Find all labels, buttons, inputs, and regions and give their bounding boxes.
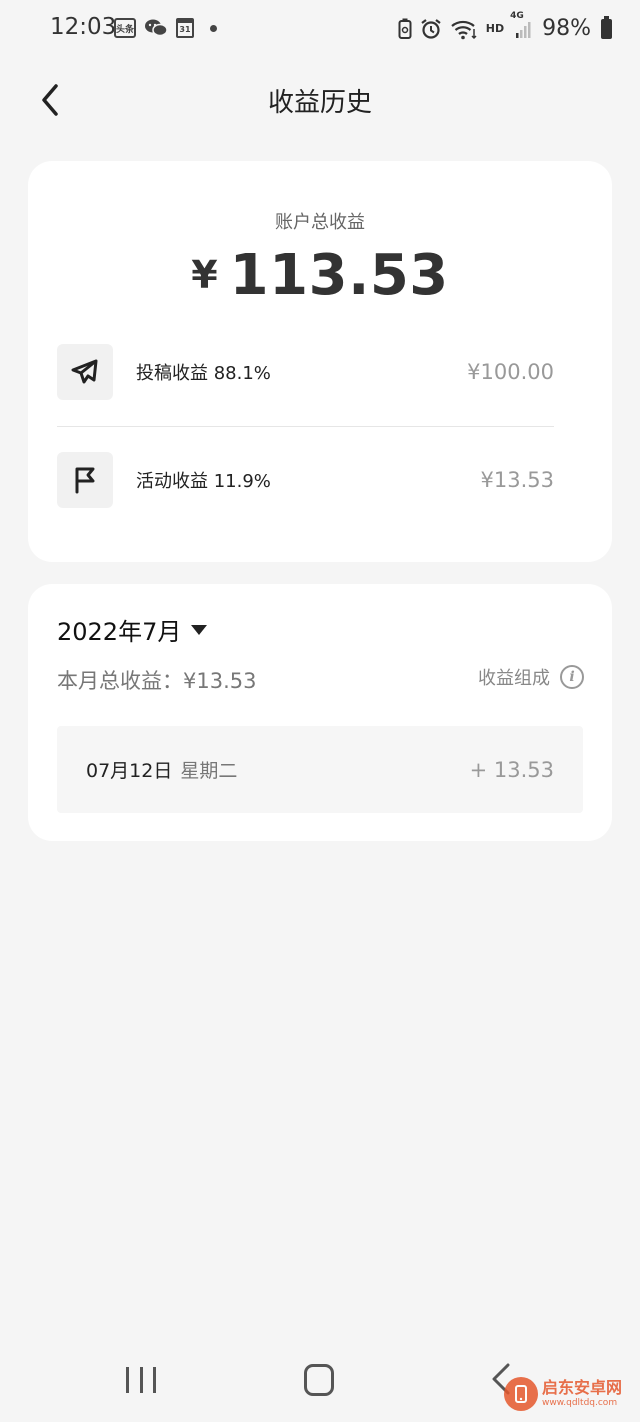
monthly-earnings-card: 2022年7月 本月总收益：¥13.53 收益组成 i 07月12日 星期二 +… bbox=[28, 584, 612, 841]
total-earnings-label: 账户总收益 bbox=[275, 212, 365, 233]
watermark-title: 启东安卓网 bbox=[542, 1378, 623, 1397]
network-type-label: 4G bbox=[510, 10, 524, 21]
daily-earnings-row[interactable]: 07月12日 星期二 + 13.53 bbox=[57, 726, 583, 813]
activity-income-row[interactable]: 活动收益 11.9% ¥13.53 bbox=[57, 452, 554, 508]
calendar-icon: 31 bbox=[176, 18, 194, 38]
month-selector[interactable]: 2022年7月 bbox=[57, 612, 208, 647]
submission-income-row[interactable]: 投稿收益 88.1% ¥100.00 bbox=[57, 344, 554, 400]
day-date: 07月12日 bbox=[86, 760, 173, 782]
submission-income-value: ¥100.00 bbox=[467, 360, 554, 384]
month-total: 本月总收益：¥13.53 bbox=[57, 669, 257, 693]
battery-saver-icon bbox=[398, 18, 412, 40]
month-selector-label: 2022年7月 bbox=[57, 618, 182, 646]
day-weekday: 星期二 bbox=[180, 760, 238, 782]
watermark-url: www.qdltdq.com bbox=[542, 1398, 618, 1408]
activity-income-label: 活动收益 11.9% bbox=[136, 471, 271, 492]
page-title: 收益历史 bbox=[267, 88, 372, 118]
total-earnings-card: 账户总收益 ¥113.53 投稿收益 88.1% ¥100.00 活动收益 11… bbox=[28, 161, 612, 562]
submission-icon-box bbox=[57, 344, 113, 400]
battery-icon bbox=[601, 15, 612, 39]
wifi-icon bbox=[450, 18, 478, 40]
currency-symbol: ¥ bbox=[191, 253, 218, 297]
activity-icon-box bbox=[57, 452, 113, 508]
day-value: + 13.53 bbox=[469, 757, 554, 782]
page-header: 收益历史 bbox=[0, 70, 640, 130]
flag-icon bbox=[75, 467, 95, 494]
site-watermark: 启东安卓网 www.qdltdq.com bbox=[504, 1377, 622, 1411]
system-indicators: HD 4G 98% bbox=[398, 11, 612, 41]
status-time: 12:03 bbox=[50, 14, 117, 40]
earnings-composition-label: 收益组成 bbox=[478, 668, 550, 689]
recent-apps-icon-bar bbox=[139, 1367, 143, 1393]
recent-apps-button[interactable] bbox=[126, 1367, 156, 1393]
total-earnings-amount: ¥113.53 bbox=[28, 243, 612, 308]
alarm-icon bbox=[420, 18, 442, 40]
battery-percent: 98% bbox=[542, 16, 591, 41]
info-icon: i bbox=[560, 665, 584, 689]
home-button[interactable] bbox=[304, 1364, 334, 1396]
paper-plane-icon bbox=[71, 359, 98, 384]
activity-income-value: ¥13.53 bbox=[480, 468, 554, 492]
hd-voice-label: HD bbox=[485, 22, 505, 35]
total-amount-value: 113.53 bbox=[229, 243, 449, 308]
more-notifications-dot-icon bbox=[210, 24, 217, 32]
cellular-signal-icon: 4G bbox=[510, 11, 532, 39]
status-bar: 12:03 头条 31 HD 4G 98% bbox=[0, 0, 640, 60]
watermark-logo-icon bbox=[504, 1377, 538, 1411]
earnings-composition-button[interactable]: 收益组成 i bbox=[478, 664, 584, 690]
caret-down-icon bbox=[191, 624, 208, 635]
toutiao-app-icon: 头条 bbox=[114, 18, 136, 38]
submission-income-label: 投稿收益 88.1% bbox=[136, 363, 271, 384]
recent-apps-icon-bar bbox=[153, 1367, 156, 1393]
wechat-icon bbox=[144, 18, 168, 38]
divider bbox=[57, 426, 554, 427]
recent-apps-icon bbox=[126, 1367, 129, 1393]
notification-icons: 头条 31 bbox=[114, 18, 217, 38]
